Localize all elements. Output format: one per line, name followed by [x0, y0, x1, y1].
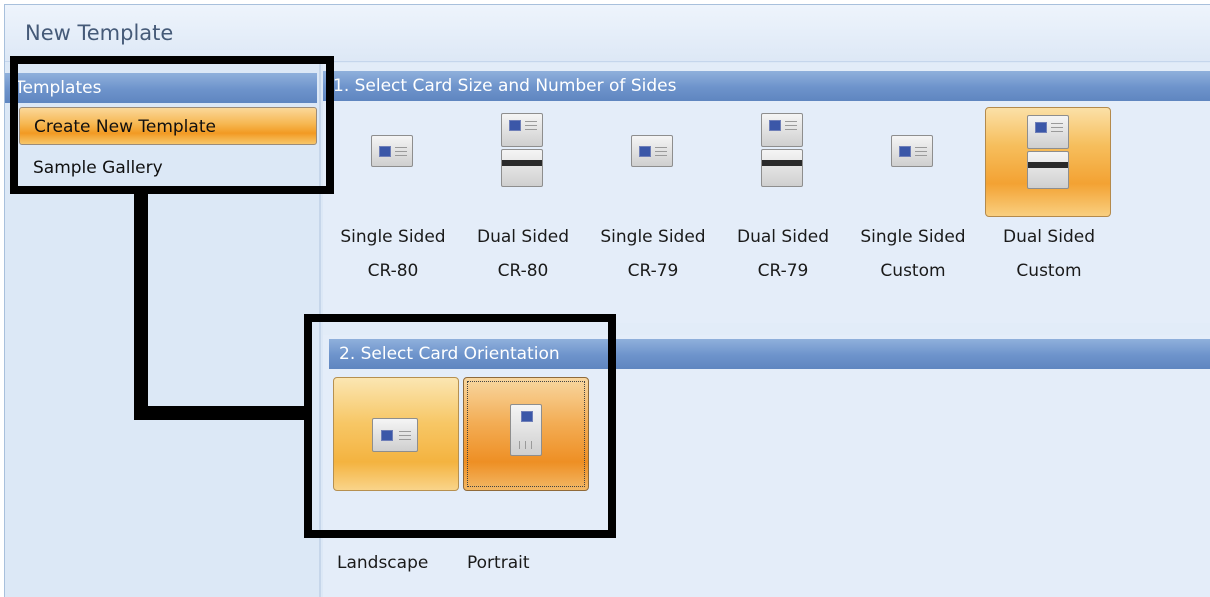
- callout-box-orientation: [304, 314, 616, 538]
- callout-connector-horizontal: [134, 406, 310, 420]
- option-label-sides: Dual Sided: [1003, 227, 1095, 247]
- card-size-section: 1. Select Card Size and Number of Sides …: [323, 71, 1210, 323]
- option-single-sided-custom[interactable]: Single Sided Custom: [849, 107, 975, 307]
- option-label-size: CR-79: [627, 261, 679, 281]
- option-label-sides: Single Sided: [860, 227, 966, 247]
- dual-card-back-icon: [761, 149, 803, 187]
- landscape-label: Landscape: [337, 553, 429, 573]
- option-label-sides: Dual Sided: [477, 227, 569, 247]
- single-card-icon: [371, 135, 413, 167]
- dual-card-front-icon: [501, 113, 543, 147]
- option-label-size: CR-80: [497, 261, 549, 281]
- window-title: New Template: [25, 21, 174, 45]
- title-bar: New Template: [5, 5, 1210, 62]
- card-size-header: 1. Select Card Size and Number of Sides: [323, 71, 1210, 101]
- option-label-sides: Single Sided: [600, 227, 706, 247]
- option-label-size: Custom: [1016, 261, 1082, 281]
- callout-connector-vertical: [134, 190, 148, 420]
- option-label-sides: Dual Sided: [737, 227, 829, 247]
- dual-card-back-icon: [501, 149, 543, 187]
- portrait-label: Portrait: [467, 553, 530, 573]
- dual-card-front-icon: [761, 113, 803, 147]
- option-label-size: Custom: [880, 261, 946, 281]
- dual-card-back-icon: [1027, 151, 1069, 189]
- callout-box-templates: [10, 56, 334, 194]
- option-dual-sided-custom[interactable]: Dual Sided Custom: [985, 107, 1111, 307]
- option-dual-sided-cr79[interactable]: Dual Sided CR-79: [719, 107, 845, 307]
- option-label-size: CR-80: [367, 261, 419, 281]
- single-card-icon: [891, 135, 933, 167]
- option-label-sides: Single Sided: [340, 227, 446, 247]
- option-label-size: CR-79: [757, 261, 809, 281]
- option-dual-sided-cr80[interactable]: Dual Sided CR-80: [459, 107, 585, 307]
- option-single-sided-cr80[interactable]: Single Sided CR-80: [329, 107, 455, 307]
- dual-card-front-icon: [1027, 115, 1069, 149]
- option-single-sided-cr79[interactable]: Single Sided CR-79: [589, 107, 715, 307]
- single-card-icon: [631, 135, 673, 167]
